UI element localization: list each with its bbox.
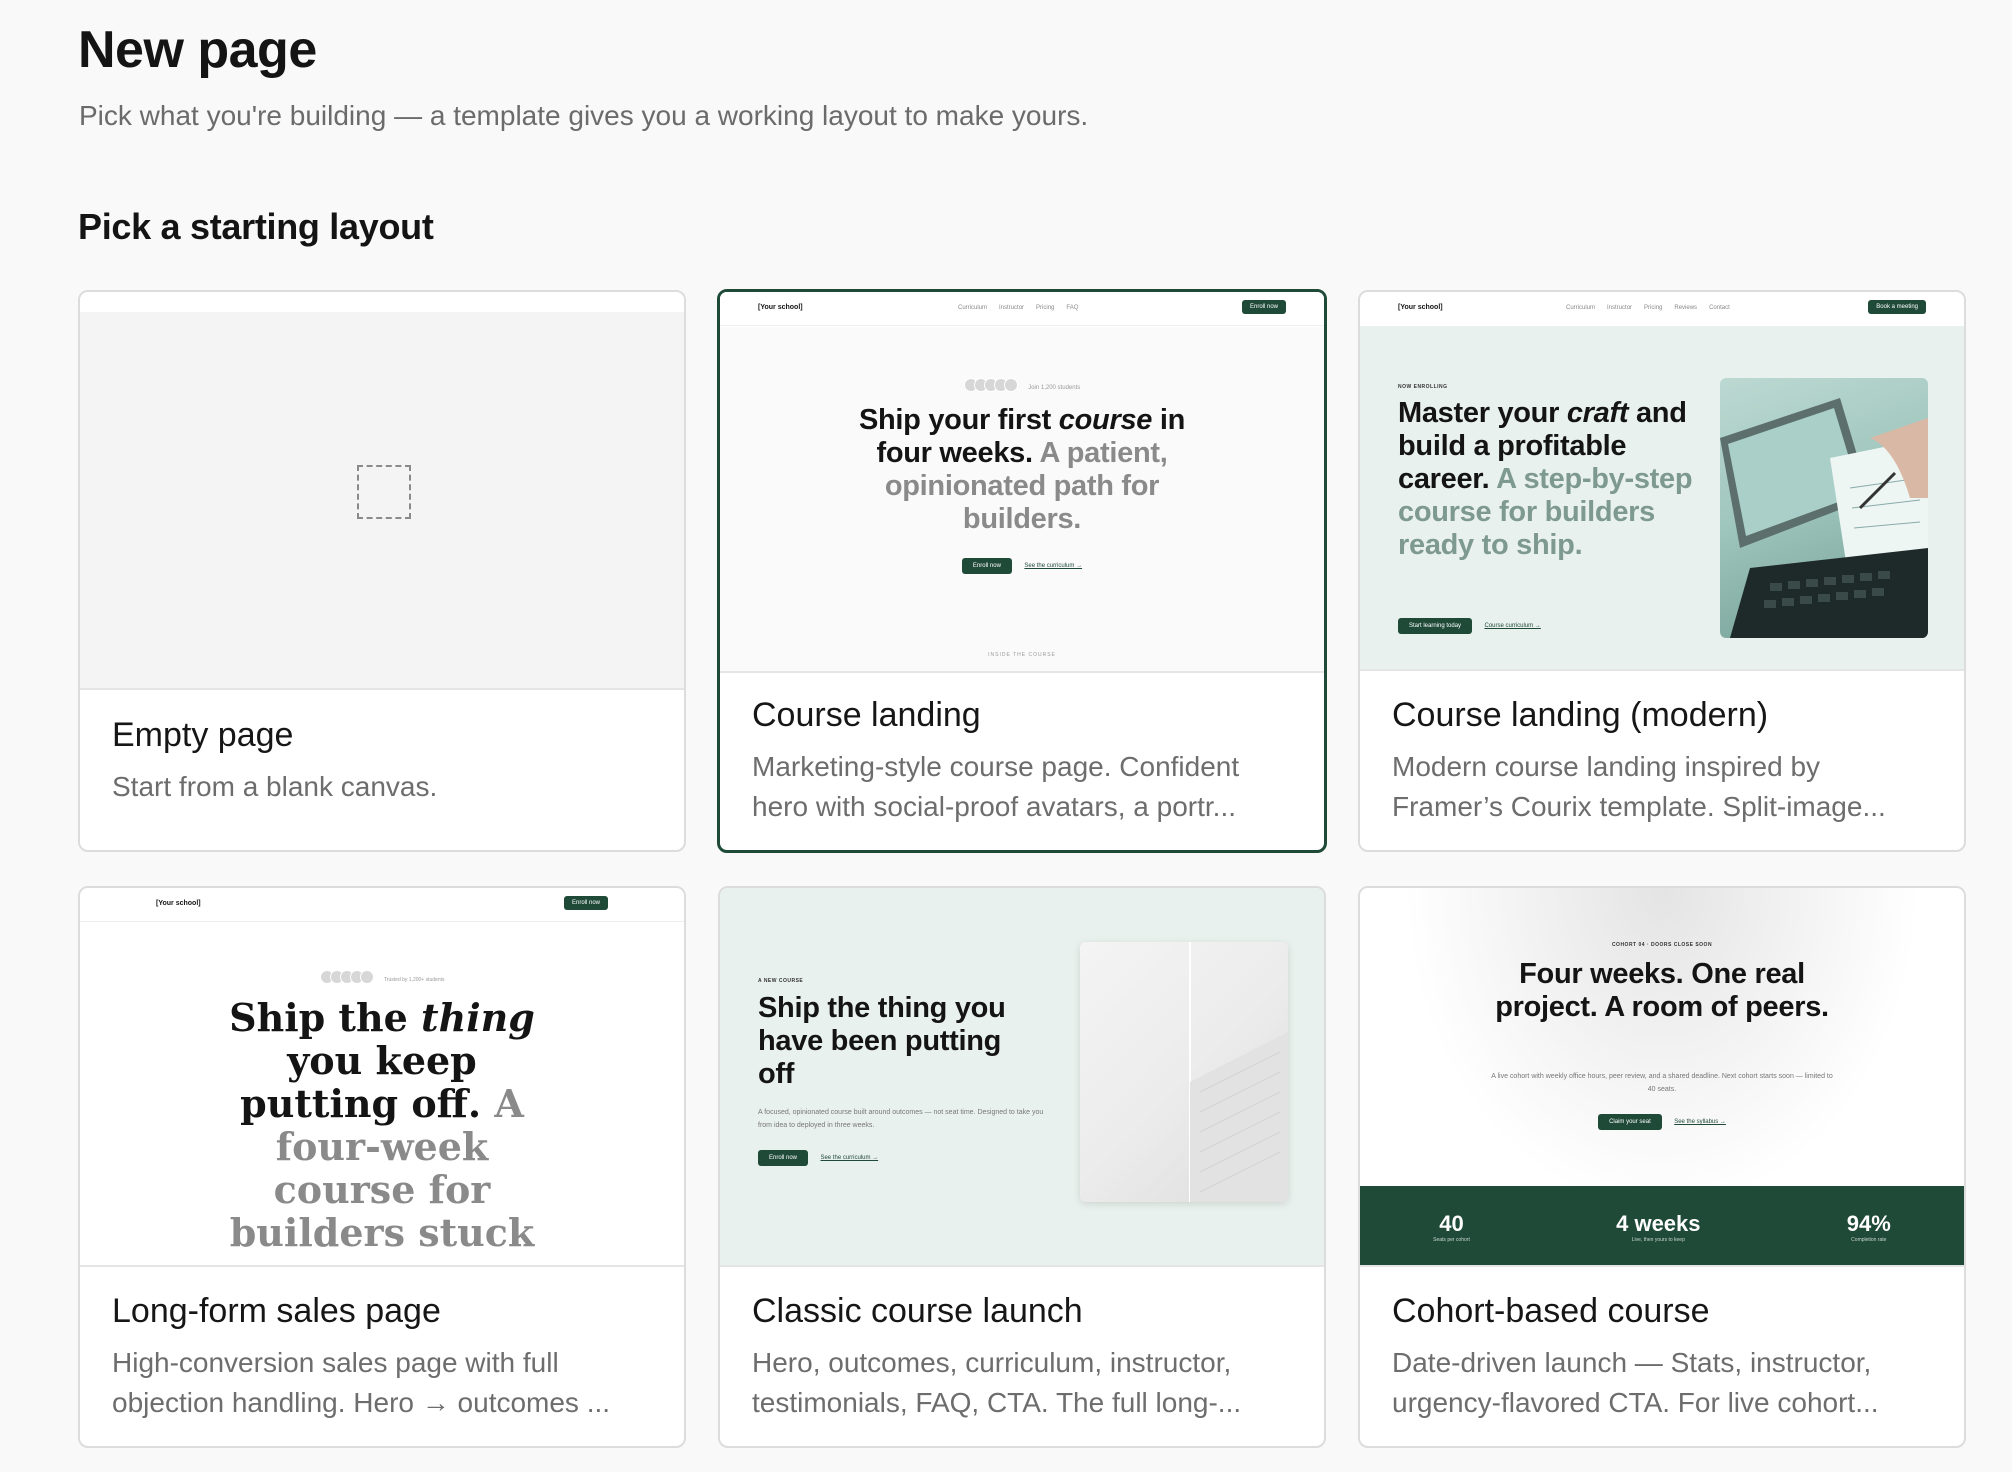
preview-nav-link: Contact bbox=[1709, 305, 1730, 311]
stat-item: 40 Seats per cohort bbox=[1433, 1211, 1470, 1243]
preview-headline: Ship your first course in four weeks. A … bbox=[858, 404, 1186, 535]
preview-logo: [Your school] bbox=[758, 304, 803, 311]
stat-label: Completion rate bbox=[1851, 1236, 1887, 1243]
template-name: Course landing (modern) bbox=[1392, 696, 1769, 734]
page-subtitle: Pick what you're building — a template g… bbox=[79, 100, 1089, 131]
template-preview: [Your school] Curriculum Instructor Pric… bbox=[1360, 292, 1964, 671]
template-name: Classic course launch bbox=[752, 1292, 1083, 1330]
preview-logo: [Your school] bbox=[156, 900, 201, 907]
preview-nav-link: Curriculum bbox=[958, 305, 988, 311]
preview-nav-cta: Book a meeting bbox=[1868, 300, 1926, 314]
preview-nav-link: Instructor bbox=[999, 305, 1025, 311]
stat-value: 4 weeks bbox=[1616, 1210, 1701, 1236]
avatar-stack bbox=[963, 377, 1018, 392]
preview-eyebrow: COHORT 04 · DOORS CLOSE SOON bbox=[1611, 942, 1713, 948]
preview-hero-image bbox=[1720, 378, 1928, 638]
preview-nav-link: Pricing bbox=[1644, 305, 1663, 311]
template-card-course-landing-modern[interactable]: [Your school] Curriculum Instructor Pric… bbox=[1358, 290, 1966, 852]
preview-eyebrow: NOW ENROLLING bbox=[1398, 384, 1448, 390]
template-name: Course landing bbox=[752, 696, 981, 734]
preview-nav-link: Curriculum bbox=[1566, 305, 1596, 311]
preview-headline: Ship the thing you keep putting off. A f… bbox=[229, 995, 535, 1255]
template-preview: [Your school] Curriculum Instructor Pric… bbox=[720, 292, 1324, 673]
stat-value: 94% bbox=[1846, 1210, 1891, 1236]
preview-headline: Master your craft and build a profitable… bbox=[1398, 397, 1693, 561]
template-card-classic-course-launch[interactable]: A NEW COURSE Ship the thing you have bee… bbox=[718, 886, 1326, 1448]
template-name: Empty page bbox=[112, 716, 294, 754]
preview-secondary-link: Course curriculum → bbox=[1484, 623, 1541, 629]
preview-stats-bar: 40 Seats per cohort 4 weeks Live, then y… bbox=[1360, 1186, 1964, 1265]
stat-label: Seats per cohort bbox=[1433, 1236, 1470, 1243]
preview-primary-button: Claim your seat bbox=[1598, 1114, 1662, 1130]
preview-social-proof: Join 1,200 students bbox=[1028, 385, 1081, 391]
template-description: Modern course landing inspired by Framer… bbox=[1392, 751, 1886, 822]
template-preview: [Your school] Enroll now Trusted by 1,20… bbox=[80, 888, 684, 1267]
template-card-cohort-based-course[interactable]: COHORT 04 · DOORS CLOSE SOON Four weeks.… bbox=[1358, 886, 1966, 1448]
stat-label: Live, then yours to keep bbox=[1631, 1236, 1685, 1243]
preview-section-label: INSIDE THE COURSE bbox=[988, 652, 1056, 658]
template-description: High-conversion sales page with full obj… bbox=[112, 1347, 611, 1418]
preview-nav-link: Instructor bbox=[1607, 305, 1633, 311]
template-name: Cohort-based course bbox=[1392, 1292, 1710, 1330]
template-name: Long-form sales page bbox=[112, 1292, 441, 1330]
template-description: Date-driven launch — Stats, instructor, … bbox=[1392, 1347, 1879, 1418]
page-title: New page bbox=[78, 21, 317, 79]
section-title: Pick a starting layout bbox=[78, 206, 434, 247]
blank-canvas-placeholder-icon bbox=[357, 465, 411, 519]
stat-value: 40 bbox=[1439, 1210, 1464, 1236]
preview-headline: Ship the thing you have been putting off bbox=[758, 992, 1006, 1090]
template-preview: A NEW COURSE Ship the thing you have bee… bbox=[720, 888, 1324, 1267]
preview-headline: Four weeks. One real project. A room of … bbox=[1495, 958, 1829, 1023]
preview-nav-link: Reviews bbox=[1674, 305, 1698, 311]
template-card-empty-page[interactable]: Empty page Start from a blank canvas. bbox=[78, 290, 686, 852]
template-description: Hero, outcomes, curriculum, instructor, … bbox=[752, 1347, 1242, 1418]
template-preview: COHORT 04 · DOORS CLOSE SOON Four weeks.… bbox=[1360, 888, 1964, 1267]
preview-primary-button: Start learning today bbox=[1398, 618, 1473, 634]
preview-nav-cta: Enroll now bbox=[1241, 300, 1286, 314]
preview-nav-link: Pricing bbox=[1036, 305, 1055, 311]
preview-body: A focused, opinionated course built arou… bbox=[758, 1109, 1044, 1129]
template-description: Marketing-style course page. Confident h… bbox=[752, 751, 1240, 822]
template-card-course-landing[interactable]: [Your school] Curriculum Instructor Pric… bbox=[717, 289, 1327, 853]
stat-item: 94% Completion rate bbox=[1847, 1211, 1891, 1243]
preview-social-proof: Trusted by 1,200+ students bbox=[383, 977, 445, 983]
preview-primary-button: Enroll now bbox=[758, 1150, 809, 1166]
preview-eyebrow: A NEW COURSE bbox=[758, 978, 804, 984]
preview-secondary-link: See the curriculum → bbox=[820, 1155, 879, 1161]
preview-secondary-link: See the syllabus → bbox=[1674, 1119, 1726, 1125]
template-card-long-form-sales-page[interactable]: [Your school] Enroll now Trusted by 1,20… bbox=[78, 886, 686, 1448]
preview-secondary-link: See the curriculum → bbox=[1024, 563, 1083, 569]
preview-primary-button: Enroll now bbox=[961, 558, 1012, 574]
preview-logo: [Your school] bbox=[1398, 304, 1443, 311]
template-description: Start from a blank canvas. bbox=[112, 771, 438, 802]
preview-hero-image bbox=[1080, 942, 1288, 1202]
stat-item: 4 weeks Live, then yours to keep bbox=[1616, 1211, 1700, 1243]
preview-nav-cta: Enroll now bbox=[563, 896, 608, 910]
preview-nav-link: FAQ bbox=[1066, 305, 1079, 311]
preview-body: A live cohort with weekly office hours, … bbox=[1491, 1073, 1833, 1093]
template-preview bbox=[80, 292, 684, 690]
avatar-stack bbox=[319, 969, 374, 984]
